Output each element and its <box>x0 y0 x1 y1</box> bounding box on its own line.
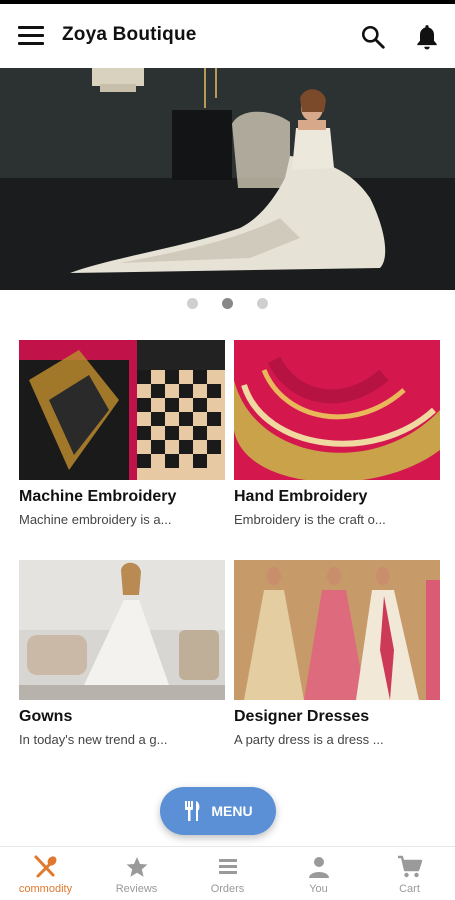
hand-embroidery-image <box>234 340 440 480</box>
carousel-dot-active[interactable] <box>222 298 233 309</box>
nav-label: Cart <box>399 883 420 895</box>
person-icon <box>308 857 329 878</box>
hamburger-menu-icon[interactable] <box>18 26 44 46</box>
fork-knife-icon <box>185 801 200 821</box>
notification-bell-icon[interactable] <box>414 23 440 51</box>
nav-item-cart[interactable]: Cart <box>364 847 455 900</box>
search-icon[interactable] <box>360 24 386 50</box>
carousel-dot[interactable] <box>187 298 198 309</box>
bride-gown-photo <box>0 68 455 290</box>
app-title: Zoya Boutique <box>62 24 197 45</box>
gowns-image <box>19 560 225 700</box>
card-title: Hand Embroidery <box>234 488 368 505</box>
card-description: Embroidery is the craft o... <box>234 512 386 527</box>
category-card-gowns[interactable]: Gowns In today's new trend a g... <box>19 560 225 747</box>
nav-item-commodity[interactable]: commodity <box>0 847 91 900</box>
card-title: Machine Embroidery <box>19 488 177 505</box>
star-icon <box>126 857 147 877</box>
nav-item-orders[interactable]: Orders <box>182 847 273 900</box>
list-icon <box>218 859 237 874</box>
nav-label: Reviews <box>115 883 158 895</box>
nav-label: You <box>309 883 328 895</box>
card-description: Machine embroidery is a... <box>19 512 172 527</box>
card-description: A party dress is a dress ... <box>234 732 384 747</box>
carousel-dot[interactable] <box>257 298 268 309</box>
machine-embroidery-image <box>19 340 225 480</box>
category-card-designer-dresses[interactable]: Designer Dresses A party dress is a dres… <box>234 560 440 747</box>
category-card-hand-embroidery[interactable]: Hand Embroidery Embroidery is the craft … <box>234 340 440 527</box>
app-bar: Zoya Boutique <box>0 4 455 68</box>
card-title: Designer Dresses <box>234 708 370 725</box>
category-card-machine-embroidery[interactable]: Machine Embroidery Machine embroidery is… <box>19 340 225 527</box>
menu-button-label: MENU <box>211 803 253 819</box>
nav-item-you[interactable]: You <box>273 847 364 900</box>
cart-icon <box>397 855 422 878</box>
hero-banner-image[interactable] <box>0 68 455 290</box>
card-description: In today's new trend a g... <box>19 732 168 747</box>
card-title: Gowns <box>19 708 73 725</box>
bottom-navigation: commodity Reviews Orders You Cart <box>0 846 455 900</box>
fork-spoon-icon <box>34 855 56 878</box>
carousel-indicator <box>0 298 455 314</box>
nav-label: commodity <box>18 883 73 895</box>
designer-dresses-image <box>234 560 440 700</box>
nav-item-reviews[interactable]: Reviews <box>91 847 182 900</box>
menu-button[interactable]: MENU <box>160 787 276 835</box>
nav-label: Orders <box>210 883 245 895</box>
